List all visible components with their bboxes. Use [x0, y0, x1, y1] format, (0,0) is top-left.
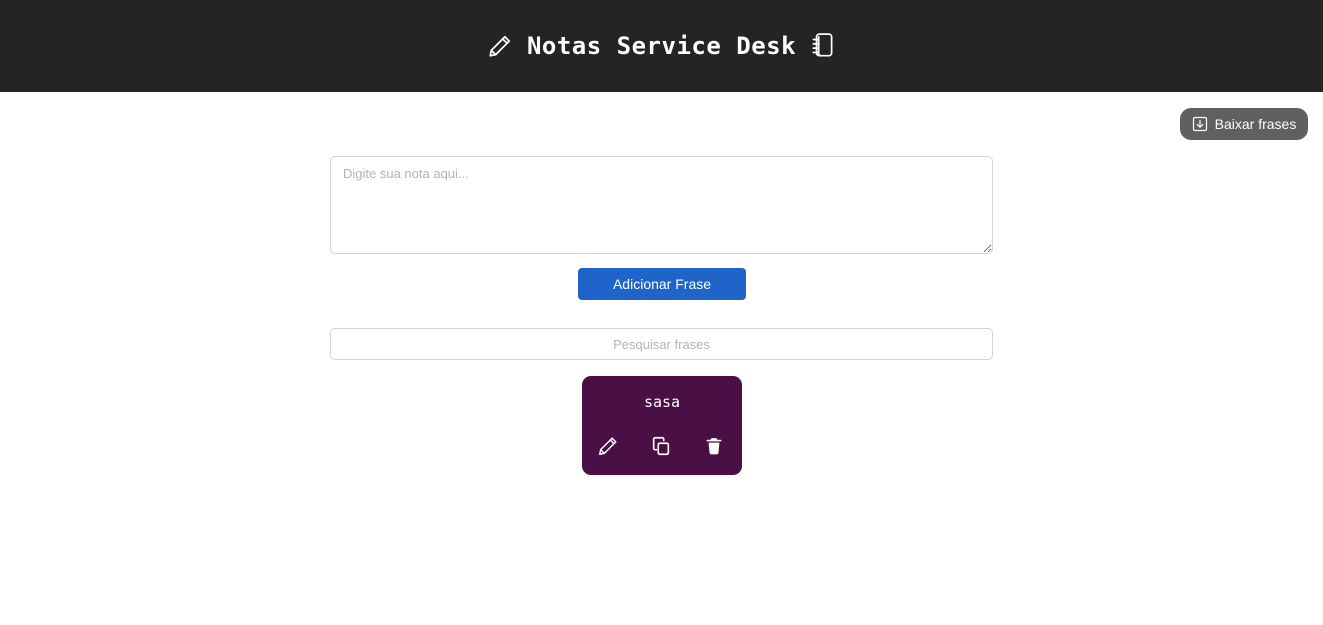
- note-text: sasa: [643, 393, 681, 411]
- pencil-icon: [487, 33, 513, 59]
- add-phrase-button[interactable]: Adicionar Frase: [578, 268, 746, 300]
- download-phrases-button[interactable]: Baixar frases: [1180, 108, 1308, 140]
- edit-icon[interactable]: [596, 434, 620, 458]
- copy-icon[interactable]: [649, 434, 673, 458]
- note-actions: [582, 434, 742, 458]
- app-header: Notas Service Desk: [0, 0, 1323, 92]
- download-phrases-label: Baixar frases: [1214, 116, 1297, 132]
- note-textarea[interactable]: [330, 156, 993, 254]
- notebook-icon: [810, 32, 836, 60]
- download-icon: [1192, 116, 1208, 132]
- search-input[interactable]: [330, 328, 993, 360]
- trash-icon[interactable]: [702, 434, 726, 458]
- note-card: sasa: [582, 376, 742, 475]
- page-title: Notas Service Desk: [526, 32, 797, 60]
